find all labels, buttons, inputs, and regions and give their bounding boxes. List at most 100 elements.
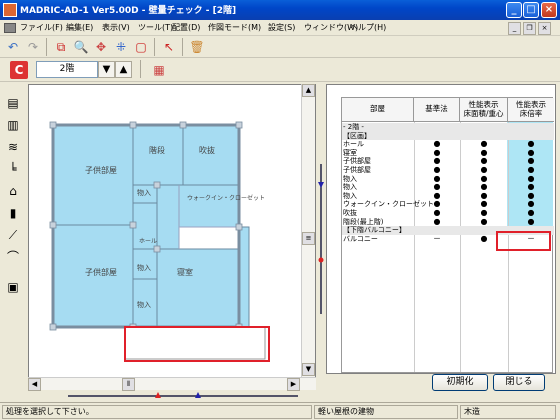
trash-icon[interactable]: 🗑	[188, 38, 206, 56]
menu-place[interactable]: 配置(D)	[172, 22, 200, 33]
close-button[interactable]: 閉じる	[493, 374, 545, 391]
scroll-left-button[interactable]: ◀	[28, 378, 41, 391]
row-cell-c1: ●	[433, 216, 441, 226]
row-label: 【下階バルコニー】	[343, 226, 406, 235]
column-tool-icon[interactable]: ▮	[4, 204, 22, 222]
menu-draw-mode[interactable]: 作図モード(M)	[208, 22, 261, 33]
scroll-thumb-v[interactable]: ≡	[302, 232, 315, 245]
header-room: 部屋	[342, 98, 414, 122]
room-bedroom: 寝室	[177, 267, 193, 277]
room-kids1: 子供部屋	[85, 165, 117, 175]
scroll-right-button[interactable]: ▶	[287, 378, 300, 391]
init-button[interactable]: 初期化	[432, 374, 488, 391]
table-row[interactable]: 物入 ● ● ●	[342, 183, 554, 192]
row-label: 階段(最上階)	[343, 217, 384, 226]
zoom-fit-icon[interactable]: ✥	[92, 38, 110, 56]
row-label: - 2階 -	[343, 123, 364, 131]
floor-down-button[interactable]: ▼	[98, 61, 115, 78]
frame-icon[interactable]: ▢	[132, 38, 150, 56]
room-kids2: 子供部屋	[85, 267, 117, 277]
row-label: 子供部屋	[343, 166, 371, 174]
floor-select[interactable]: 2階	[36, 61, 98, 78]
bottom-ruler	[68, 392, 298, 398]
plan-vertical-scrollbar[interactable]: ▲ ≡ ▼	[301, 84, 315, 378]
row-cell-c3: ●	[527, 216, 535, 226]
room-closet2: 物入	[137, 263, 151, 272]
scroll-up-button[interactable]: ▲	[302, 84, 315, 97]
table-row[interactable]: ウォークイン・クローゼット ● ● ●	[342, 200, 554, 209]
right-ruler	[318, 164, 324, 314]
menu-view[interactable]: 表示(V)	[102, 22, 130, 33]
wall-check-panel: 部屋 基準法 性能表示 床面積/重心 性能表示 床倍率 - 2階 - 【区画】 ホー…	[326, 84, 556, 374]
minimize-button[interactable]: _	[506, 2, 522, 18]
plan-canvas[interactable]: 子供部屋 子供部屋 階段 吹抜 物入 ウォークイン・クローゼット ホール 物入 …	[28, 84, 316, 378]
room-hall: ホール	[139, 238, 157, 245]
header-building-code: 基準法	[414, 98, 460, 122]
floor-up-button[interactable]: ▲	[115, 61, 132, 78]
balcony-ratio-highlight	[496, 231, 551, 251]
tool-palette: ▤ ▥ ≋ ╘ ⌂ ▮ ⟋ ⌒ ▣	[0, 82, 26, 402]
toolbar-floor: C 2階 ▼ ▲ ▦	[0, 58, 560, 82]
maximize-button[interactable]: □	[523, 2, 539, 18]
table-row[interactable]: 物入 ● ● ●	[342, 174, 554, 184]
table-row[interactable]: 吹抜 ● ● ●	[342, 208, 554, 218]
refresh-c-icon[interactable]: C	[10, 61, 28, 79]
status-message: 処理を選択して下さい。	[2, 405, 312, 419]
beam-tool-icon[interactable]: ⟋	[4, 226, 22, 244]
room-void: 吹抜	[199, 145, 215, 155]
document-icon[interactable]	[4, 23, 16, 33]
row-cell-c2: ●	[480, 216, 488, 226]
menu-tool[interactable]: ツール(T)	[138, 22, 173, 33]
menu-settings[interactable]: 設定(S)	[268, 22, 295, 33]
menu-edit[interactable]: 編集(E)	[66, 22, 93, 33]
table-row[interactable]: ホール ● ● ●	[342, 140, 554, 149]
table-header: 部屋 基準法 性能表示 床面積/重心 性能表示 床倍率	[342, 98, 554, 122]
plan-horizontal-scrollbar[interactable]: ◀ ⦀ ▶	[28, 377, 316, 391]
balcony-highlight	[124, 326, 270, 362]
room-closet3: 物入	[137, 300, 151, 309]
row-label: バルコニー	[343, 234, 378, 243]
menu-file[interactable]: ファイル(F)	[20, 22, 63, 33]
mdi-restore-button[interactable]: ❐	[523, 22, 536, 35]
toolbar-main: ↶ ↷ ⧉ 🔍 ✥ ⁜ ▢ ↖ 🗑	[0, 36, 560, 58]
menu-bar: ファイル(F) 編集(E) 表示(V) ツール(T) 配置(D) 作図モード(M…	[0, 20, 560, 36]
wall-tool-icon[interactable]: ╘	[4, 160, 22, 178]
redo-icon[interactable]: ↷	[24, 38, 42, 56]
zoom-window-icon[interactable]: ⧉	[52, 38, 70, 56]
grid-tool-icon[interactable]: ▥	[4, 116, 22, 134]
undo-icon[interactable]: ↶	[4, 38, 22, 56]
table-row[interactable]: 子供部屋 ● ● ●	[342, 157, 554, 166]
roof-tool-icon[interactable]: ⌒	[4, 248, 22, 266]
header-perf-area: 性能表示 床面積/重心	[460, 98, 508, 122]
stairs-tool-icon[interactable]: ≋	[4, 138, 22, 156]
mdi-close-button[interactable]: ×	[538, 22, 551, 35]
scroll-thumb-h[interactable]: ⦀	[122, 378, 135, 391]
zoom-all-icon[interactable]: ⁜	[112, 38, 130, 56]
table-row[interactable]: - 2階 -	[342, 123, 554, 132]
status-bar: 処理を選択して下さい。 軽い屋根の建物 木造	[0, 402, 560, 420]
scroll-down-button[interactable]: ▼	[302, 363, 315, 376]
table-row[interactable]: 階段(最上階) ● ● ●	[342, 216, 554, 227]
row-label: ホール	[343, 140, 364, 149]
title-bar: MADRIC-AD-1 Ver5.00D - 壁量チェック - [2階] _ □…	[0, 0, 560, 20]
house-tool-icon[interactable]: ⌂	[4, 182, 22, 200]
table-row[interactable]: 子供部屋 ● ● ●	[342, 165, 554, 175]
report-tool-icon[interactable]: ▣	[4, 278, 22, 296]
row-label: 物入	[343, 183, 357, 192]
mdi-minimize-button[interactable]: _	[508, 22, 521, 35]
close-window-button[interactable]: ×	[541, 2, 557, 18]
magnifier-icon[interactable]: 🔍	[72, 38, 90, 56]
row-label: 吹抜	[343, 209, 357, 217]
grid-layout-icon[interactable]: ▦	[150, 61, 168, 79]
row-cell-c1: －	[433, 233, 441, 243]
menu-help[interactable]: ヘルプ(H)	[350, 22, 386, 33]
row-label: 子供部屋	[343, 157, 371, 166]
table-row[interactable]: 寝室 ● ● ●	[342, 148, 554, 158]
row-label: 【区画】	[343, 131, 371, 140]
room-closet1: 物入	[137, 188, 151, 197]
select-arrow-icon[interactable]: ↖	[160, 38, 178, 56]
header-perf-ratio: 性能表示 床倍率	[516, 100, 546, 118]
status-building: 軽い屋根の建物	[314, 405, 458, 419]
table-row[interactable]: 【区画】	[342, 131, 554, 141]
layer-icon[interactable]: ▤	[4, 94, 22, 112]
